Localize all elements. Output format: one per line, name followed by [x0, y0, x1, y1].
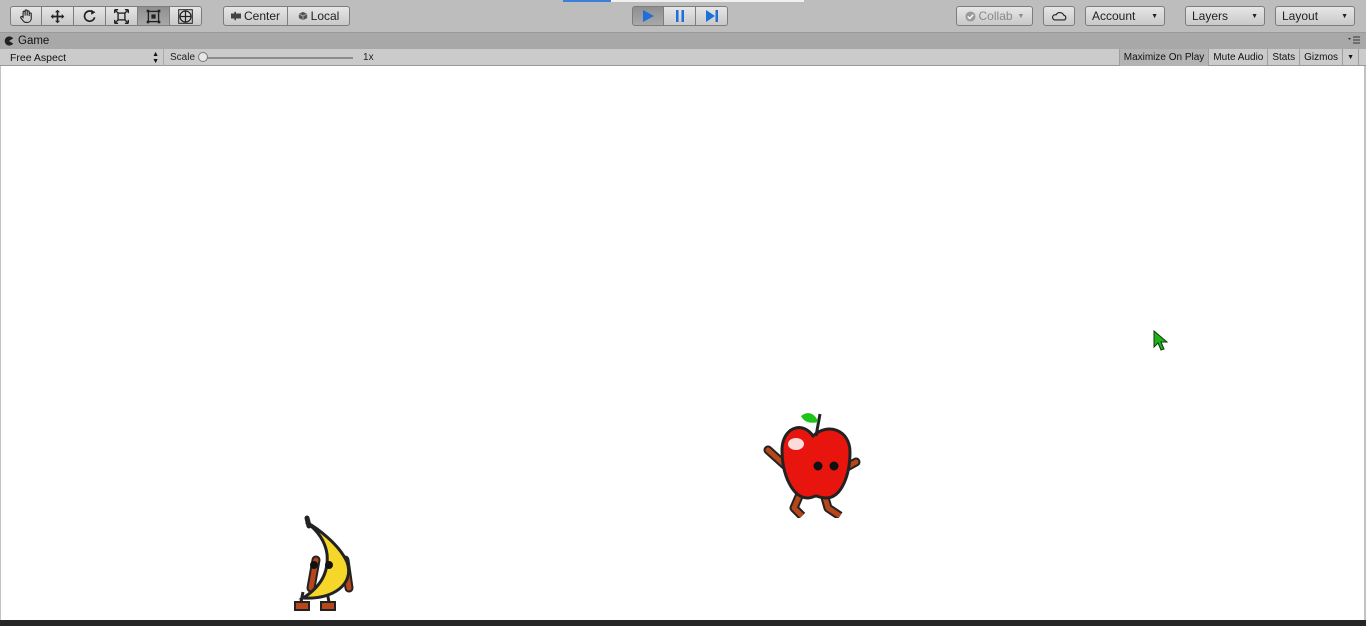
scale-tool-button[interactable] — [106, 6, 138, 26]
rect-tool-button[interactable] — [138, 6, 170, 26]
step-button[interactable] — [696, 6, 728, 26]
game-viewport[interactable] — [1, 66, 1364, 620]
gizmos-toggle[interactable]: Gizmos — [1299, 49, 1342, 66]
hand-tool-button[interactable] — [10, 6, 42, 26]
apple-icon — [763, 413, 861, 518]
apple-character — [763, 413, 861, 518]
account-group: Account ▼ — [1085, 6, 1165, 26]
tab-game-label: Game — [18, 35, 50, 47]
gizmos-dropdown-arrow-icon[interactable]: ▼ — [1342, 49, 1358, 66]
check-icon — [964, 10, 976, 22]
scale-slider[interactable] — [198, 51, 354, 62]
layers-dropdown[interactable]: Layers ▼ — [1185, 6, 1265, 26]
pacman-icon — [4, 36, 14, 46]
layout-label: Layout — [1282, 9, 1319, 23]
layers-label: Layers — [1192, 9, 1229, 23]
stats-toggle[interactable]: Stats — [1267, 49, 1299, 66]
mute-audio-toggle[interactable]: Mute Audio — [1208, 49, 1267, 66]
scale-slider-thumb[interactable] — [198, 51, 209, 62]
cloud-button[interactable] — [1043, 6, 1075, 26]
game-view-toolbar: Free Aspect ▲ ▼ Scale 1x Maximize On Play… — [0, 49, 1366, 66]
tab-row: Game — [0, 33, 1366, 49]
aspect-updown-icon: ▲ ▼ — [152, 50, 159, 65]
playback-controls — [632, 6, 728, 26]
transform-tool-button[interactable] — [170, 6, 202, 26]
collab-label: Collab — [978, 9, 1013, 23]
pivot-local-label: Local — [310, 9, 340, 23]
tab-game[interactable]: Game — [4, 33, 49, 49]
step-icon — [705, 10, 718, 22]
account-label: Account — [1092, 9, 1136, 23]
pivot-center-label: Center — [243, 9, 281, 23]
layers-group: Layers ▼ — [1185, 6, 1265, 26]
layers-dropdown-arrow-icon: ▼ — [1251, 12, 1258, 20]
move-icon — [50, 9, 65, 23]
transform-tools — [10, 6, 202, 26]
play-icon — [643, 10, 654, 22]
move-tool-button[interactable] — [42, 6, 74, 26]
pointer-cursor-icon — [1153, 330, 1169, 351]
rect-icon — [146, 9, 161, 23]
account-dropdown[interactable]: Account ▼ — [1085, 6, 1165, 26]
main-toolbar: Center Local Collab ▼ Account ▼ Layers ▼… — [0, 0, 1366, 33]
layout-dropdown-arrow-icon: ▼ — [1341, 12, 1348, 20]
pivot-center-icon — [230, 11, 241, 21]
tab-menu-icon[interactable] — [1348, 35, 1360, 47]
collab-group: Collab ▼ — [956, 6, 1033, 26]
cloud-icon — [1051, 11, 1066, 20]
hand-icon — [19, 8, 32, 23]
game-panel: Game Free Aspect ▲ ▼ Scale 1x Maximize On… — [0, 33, 1366, 620]
scale-control: Scale 1x — [170, 49, 374, 66]
banana-icon — [294, 515, 354, 611]
account-dropdown-arrow-icon: ▼ — [1151, 12, 1158, 20]
progress-indicator — [563, 0, 611, 2]
cube-icon — [298, 11, 307, 21]
game-view-options: Maximize On Play Mute Audio Stats Gizmos… — [1118, 49, 1366, 66]
play-button[interactable] — [632, 6, 664, 26]
scale-label: Scale — [170, 52, 196, 63]
maximize-on-play-toggle[interactable]: Maximize On Play — [1118, 49, 1209, 66]
pause-button[interactable] — [664, 6, 696, 26]
cloud-group — [1043, 6, 1075, 26]
scrollbar-edge — [1358, 49, 1366, 66]
scale-value: 1x — [363, 52, 374, 63]
scale-icon — [114, 8, 129, 24]
aspect-dropdown[interactable]: Free Aspect ▲ ▼ — [6, 49, 164, 66]
window-bottom-edge — [0, 620, 1366, 626]
pivot-toggles: Center Local — [223, 6, 350, 26]
pivot-center-button[interactable]: Center — [223, 6, 288, 26]
banana-character — [294, 515, 354, 611]
rotate-icon — [83, 9, 96, 22]
layout-group: Layout ▼ — [1275, 6, 1355, 26]
rotate-tool-button[interactable] — [74, 6, 106, 26]
pivot-local-button[interactable]: Local — [288, 6, 350, 26]
aspect-label: Free Aspect — [10, 51, 67, 64]
transform-icon — [178, 8, 193, 24]
collab-button[interactable]: Collab ▼ — [956, 6, 1033, 26]
pause-icon — [675, 10, 684, 22]
progress-track — [611, 0, 804, 2]
layout-dropdown[interactable]: Layout ▼ — [1275, 6, 1355, 26]
collab-dropdown-arrow-icon: ▼ — [1017, 12, 1025, 20]
